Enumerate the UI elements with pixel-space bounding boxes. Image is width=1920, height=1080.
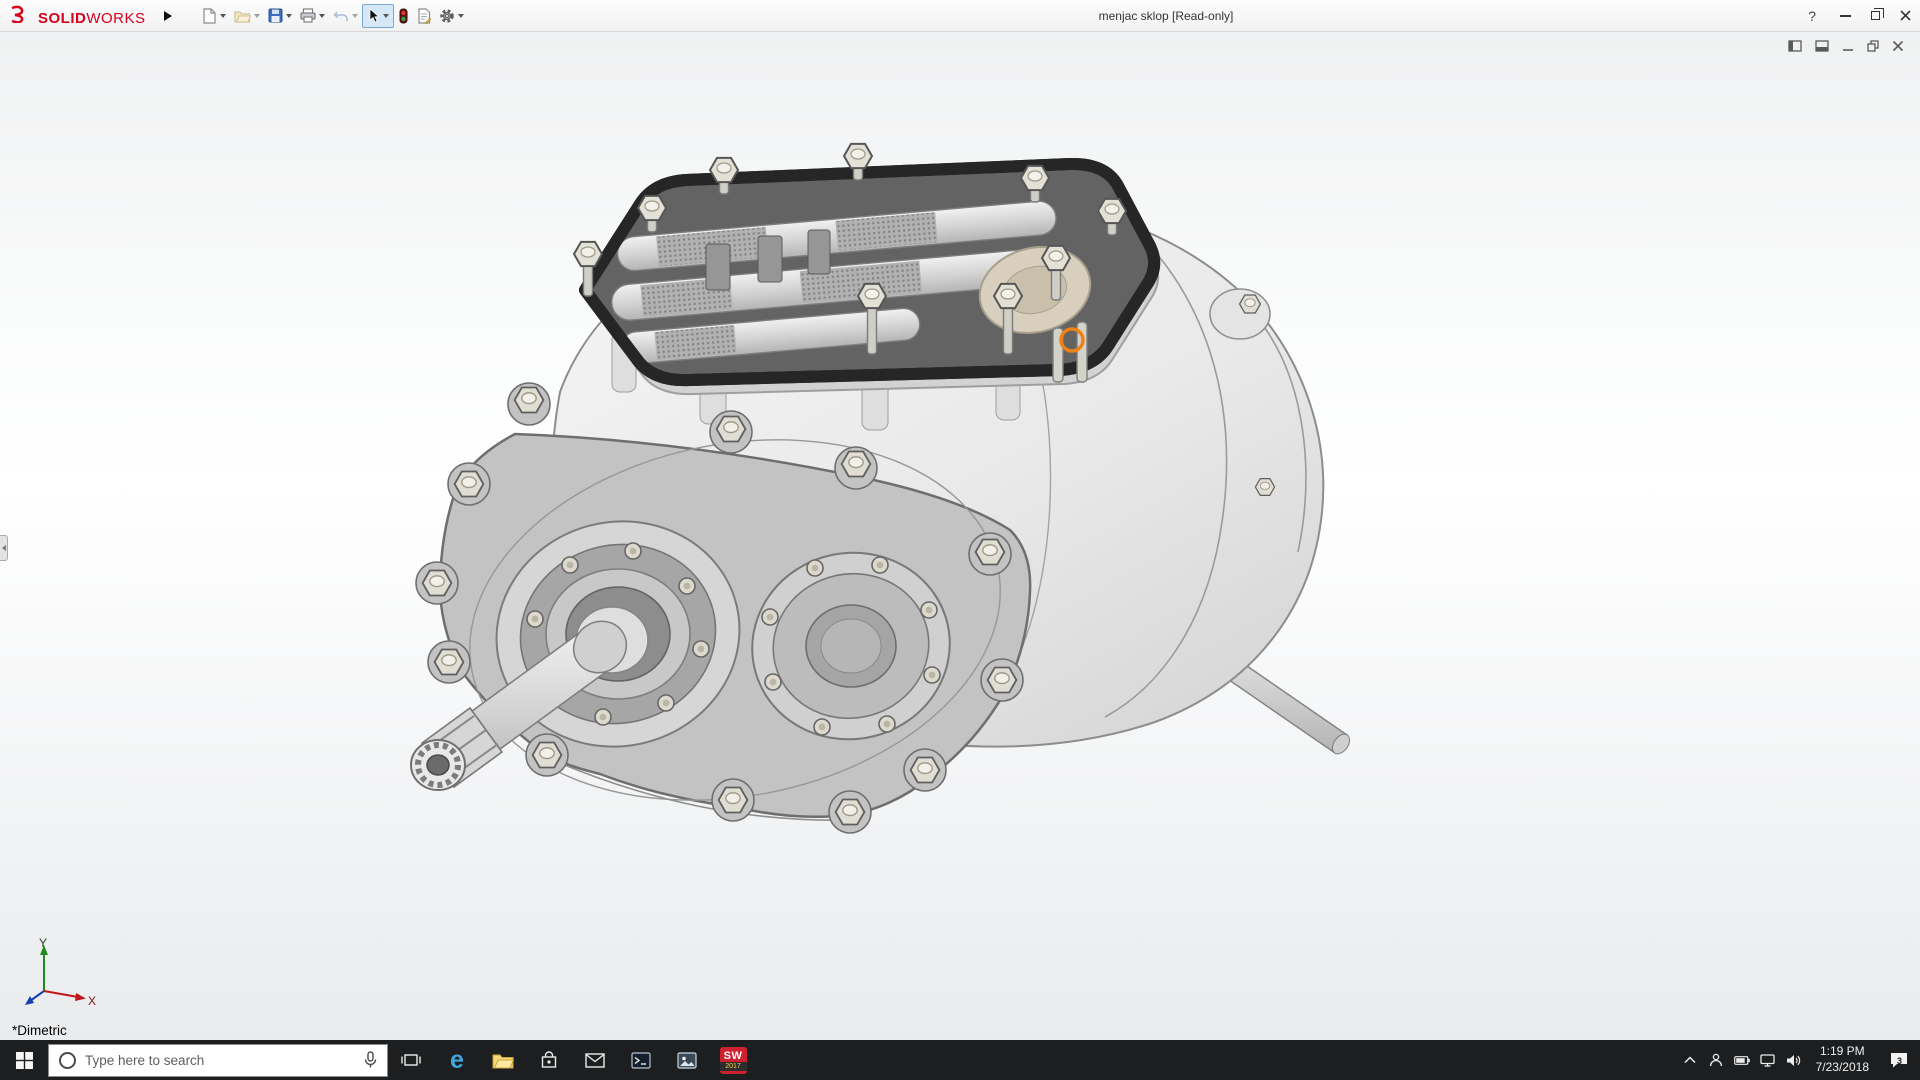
open-button[interactable] xyxy=(230,4,264,28)
orientation-triad: Y X xyxy=(22,935,102,1007)
action-center-button[interactable]: 3 xyxy=(1878,1040,1920,1080)
speaker-icon xyxy=(1786,1054,1801,1067)
select-cursor-icon xyxy=(367,8,380,23)
folder-icon xyxy=(492,1052,514,1069)
task-view-icon xyxy=(401,1052,421,1068)
edge-glyph: e xyxy=(450,1048,464,1073)
dropdown-chevron[interactable] xyxy=(383,14,389,18)
document-window-controls xyxy=(1788,40,1904,52)
person-icon xyxy=(1709,1053,1723,1067)
tray-network-icon[interactable] xyxy=(1755,1040,1781,1080)
network-icon xyxy=(1760,1054,1775,1067)
search-placeholder-text: Type here to search xyxy=(85,1053,355,1068)
app-titlebar: SOLIDWORKS xyxy=(0,0,1920,32)
pinned-app-icon-1[interactable] xyxy=(618,1040,664,1080)
titlebar-controls: ? xyxy=(1794,0,1920,31)
doc-pane-left-icon[interactable] xyxy=(1788,40,1802,52)
mail-icon[interactable] xyxy=(572,1040,618,1080)
envelope-icon xyxy=(585,1053,605,1068)
sw-badge-year: 2017 xyxy=(720,1062,747,1071)
task-view-button[interactable] xyxy=(388,1040,434,1080)
quick-access-toolbar xyxy=(198,3,468,29)
minimize-button[interactable] xyxy=(1830,0,1860,31)
gear-icon xyxy=(439,8,455,24)
battery-icon xyxy=(1734,1056,1750,1065)
document-title: menjac sklop [Read-only] xyxy=(1099,9,1234,23)
edge-icon[interactable]: e xyxy=(434,1040,480,1080)
chevron-up-icon xyxy=(1684,1056,1696,1064)
solidworks-app-badge: SW 2017 xyxy=(720,1047,747,1074)
dropdown-chevron[interactable] xyxy=(319,14,325,18)
doc-close-icon[interactable] xyxy=(1892,40,1904,52)
select-tool-button[interactable] xyxy=(362,4,394,28)
save-button[interactable] xyxy=(264,4,296,28)
terminal-icon xyxy=(631,1052,651,1069)
undo-button[interactable] xyxy=(329,4,362,28)
new-document-button[interactable] xyxy=(198,4,230,28)
photos-icon xyxy=(677,1052,697,1069)
view-orientation-label: *Dimetric xyxy=(12,1023,67,1038)
tray-person-icon[interactable] xyxy=(1703,1040,1729,1080)
hidden-icons-chevron[interactable] xyxy=(1677,1040,1703,1080)
clock-date: 7/23/2018 xyxy=(1816,1060,1869,1076)
featuremanager-collapsed-tab[interactable] xyxy=(0,535,8,561)
graphics-viewport[interactable]: Y X *Dimetric xyxy=(0,32,1920,1040)
system-tray: 1:19 PM 7/23/2018 3 xyxy=(1677,1040,1920,1080)
close-button[interactable] xyxy=(1890,0,1920,31)
dropdown-chevron[interactable] xyxy=(458,14,464,18)
microphone-icon[interactable] xyxy=(364,1051,377,1069)
open-folder-icon xyxy=(234,9,251,23)
triad-y-label: Y xyxy=(39,936,47,950)
dropdown-chevron[interactable] xyxy=(220,14,226,18)
undo-arrow-icon xyxy=(333,9,349,23)
file-properties-button[interactable] xyxy=(413,4,435,28)
cortana-ring-icon xyxy=(59,1052,76,1069)
doc-minimize-icon[interactable] xyxy=(1842,40,1854,52)
help-button[interactable]: ? xyxy=(1794,8,1830,24)
sw-badge-text: SW xyxy=(724,1050,743,1062)
tray-battery-icon[interactable] xyxy=(1729,1040,1755,1080)
new-document-icon xyxy=(202,8,217,24)
shopping-bag-icon xyxy=(540,1051,558,1069)
rebuild-button[interactable] xyxy=(394,4,413,28)
triad-x-label: X xyxy=(88,994,96,1007)
minimize-icon xyxy=(1840,15,1851,17)
model-viewport-canvas[interactable] xyxy=(0,32,1920,1040)
logo-text-works: WORKS xyxy=(86,10,145,27)
dropdown-chevron[interactable] xyxy=(286,14,292,18)
printer-icon xyxy=(300,8,316,23)
taskbar-search-input[interactable]: Type here to search xyxy=(48,1044,388,1077)
restore-icon xyxy=(1871,11,1880,20)
doc-restore-icon[interactable] xyxy=(1867,40,1879,52)
menu-flyout-arrow-icon[interactable] xyxy=(164,11,172,21)
housing-boss xyxy=(1210,289,1270,339)
dropdown-chevron[interactable] xyxy=(352,14,358,18)
windows-taskbar: Type here to search e xyxy=(0,1040,1920,1080)
tray-volume-icon[interactable] xyxy=(1781,1040,1807,1080)
solidworks-taskbar-icon[interactable]: SW 2017 xyxy=(710,1040,756,1080)
pinned-app-icon-2[interactable] xyxy=(664,1040,710,1080)
options-button[interactable] xyxy=(435,4,468,28)
save-floppy-icon xyxy=(268,8,283,23)
close-icon xyxy=(1900,10,1911,21)
taskbar-clock[interactable]: 1:19 PM 7/23/2018 xyxy=(1807,1044,1878,1075)
gearbox-model[interactable] xyxy=(411,144,1353,844)
file-properties-icon xyxy=(417,8,431,24)
solidworks-logo: SOLIDWORKS xyxy=(10,5,146,27)
file-explorer-icon[interactable] xyxy=(480,1040,526,1080)
notification-badge: 3 xyxy=(1897,1056,1902,1066)
restore-button[interactable] xyxy=(1860,0,1890,31)
ds-logo-icon xyxy=(10,5,34,23)
doc-pane-bottom-icon[interactable] xyxy=(1815,40,1829,52)
windows-logo-icon xyxy=(16,1052,33,1069)
clock-time: 1:19 PM xyxy=(1816,1044,1869,1060)
rebuild-traffic-light-icon xyxy=(398,8,409,24)
start-button[interactable] xyxy=(0,1040,48,1080)
print-button[interactable] xyxy=(296,4,329,28)
store-icon[interactable] xyxy=(526,1040,572,1080)
collapse-arrow-icon xyxy=(2,545,6,551)
dropdown-chevron[interactable] xyxy=(254,14,260,18)
logo-text-solid: SOLID xyxy=(38,10,86,27)
